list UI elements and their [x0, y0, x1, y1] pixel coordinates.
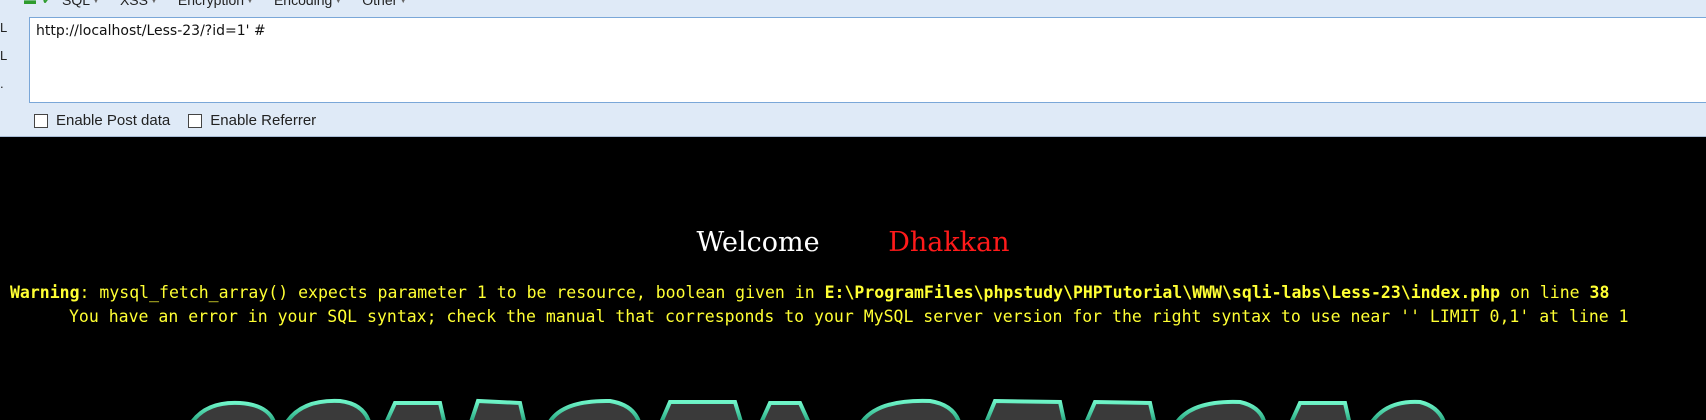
enable-referrer-checkbox[interactable]: [188, 113, 203, 128]
enable-referrer-label: Enable Referrer: [210, 112, 317, 129]
warning-file: E:\ProgramFiles\phpstudy\PHPTutorial\WWW…: [824, 283, 1501, 302]
warning-line-text: on line: [1500, 283, 1590, 302]
chevron-down-icon: ▼: [334, 0, 343, 5]
user-name: Dhakkan: [888, 227, 1010, 258]
menu-xss-label: XSS: [119, 0, 148, 8]
side-label-split[interactable]: L: [0, 48, 18, 76]
sqli-labs-banner-image: [0, 395, 1706, 420]
side-labels: L L .: [0, 20, 18, 104]
welcome-line: Welcome Dhakkan: [0, 227, 1706, 258]
page-content: Welcome Dhakkan Warning: mysql_fetch_arr…: [0, 137, 1706, 420]
warning-prefix: Warning: [10, 283, 80, 302]
url-input-value: http://localhost/Less-23/?id=1' #: [36, 23, 266, 39]
side-label-exec[interactable]: .: [0, 76, 18, 104]
enable-post-data-checkbox[interactable]: [34, 113, 48, 128]
chevron-down-icon: ▼: [399, 0, 408, 5]
menu-encryption-label: Encryption: [177, 0, 245, 8]
banner-graphic: [191, 398, 1446, 420]
chevron-down-icon: ▼: [92, 0, 100, 5]
enable-post-data-label: Enable Post data: [56, 112, 171, 129]
menu-other[interactable]: Other ▼: [362, 0, 407, 8]
side-label-load[interactable]: L: [0, 20, 18, 48]
hackbar-menu: ▬ ✔ SQL ▼ XSS ▼ Encryption ▼ Encoding ▼ …: [0, 0, 427, 9]
enable-post-data-option[interactable]: Enable Post data: [34, 112, 170, 129]
url-input[interactable]: http://localhost/Less-23/?id=1' #: [29, 17, 1706, 103]
warning-message: : mysql_fetch_array() expects parameter …: [79, 283, 825, 302]
options-row: Enable Post data Enable Referrer: [34, 112, 334, 129]
menu-encryption[interactable]: Encryption ▼: [178, 0, 254, 8]
hackbar-toolbar: ▬ ✔ SQL ▼ XSS ▼ Encryption ▼ Encoding ▼ …: [0, 0, 1706, 137]
load-url-icon[interactable]: ▬: [24, 0, 36, 6]
warning-line-number: 38: [1589, 283, 1610, 302]
menu-xss[interactable]: XSS ▼: [120, 0, 158, 8]
menu-sql-label: SQL: [62, 0, 91, 8]
menu-icons: ▬ ✔: [24, 0, 52, 6]
execute-icon[interactable]: ✔: [42, 0, 52, 6]
menu-encoding[interactable]: Encoding ▼: [274, 0, 342, 8]
menu-encoding-label: Encoding: [273, 0, 333, 8]
chevron-down-icon: ▼: [246, 0, 254, 5]
chevron-down-icon: ▼: [149, 0, 158, 5]
menu-other-label: Other: [362, 0, 398, 8]
sql-error-message: You have an error in your SQL syntax; ch…: [69, 307, 1629, 326]
menu-sql[interactable]: SQL ▼: [62, 0, 100, 8]
php-warning: Warning: mysql_fetch_array() expects par…: [10, 283, 1609, 302]
welcome-label: Welcome: [696, 227, 820, 258]
enable-referrer-option[interactable]: Enable Referrer: [188, 112, 316, 129]
